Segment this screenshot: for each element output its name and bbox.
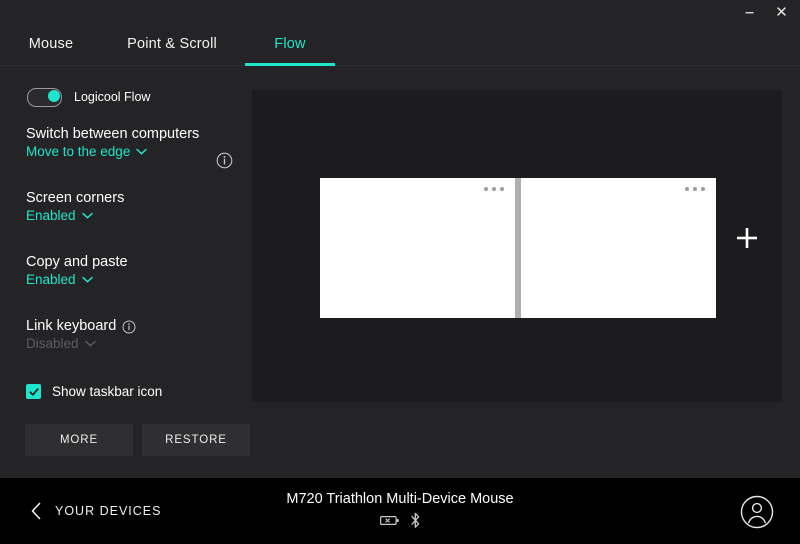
device-status-icons — [379, 512, 421, 529]
chevron-down-icon — [81, 276, 93, 283]
bluetooth-icon — [410, 512, 421, 529]
screen-preview-1[interactable] — [320, 178, 515, 318]
dot — [484, 187, 488, 191]
user-avatar-icon[interactable] — [740, 495, 774, 529]
setting-title: Switch between computers — [26, 126, 236, 142]
setting-switch-between-computers: Switch between computers Move to the edg… — [26, 126, 236, 159]
link-keyboard-info-icon[interactable] — [122, 320, 136, 334]
setting-value-dropdown[interactable]: Disabled — [26, 336, 236, 351]
setting-link-keyboard: Link keyboard Disabled — [26, 318, 236, 351]
setting-value-dropdown[interactable]: Enabled — [26, 208, 236, 223]
setting-screen-corners: Screen corners Enabled — [26, 190, 236, 223]
dot — [693, 187, 697, 191]
chevron-down-icon — [84, 340, 96, 347]
tab-bar: Mouse Point & Scroll Flow — [0, 22, 800, 66]
dot — [701, 187, 705, 191]
screen-1-more-dots-icon[interactable] — [484, 187, 504, 191]
close-button[interactable] — [770, 1, 792, 21]
chevron-down-icon — [81, 212, 93, 219]
tab-flow[interactable]: Flow — [245, 22, 335, 66]
tab-mouse-label: Mouse — [28, 35, 74, 52]
setting-title: Link keyboard — [26, 318, 236, 334]
tab-flow-label: Flow — [274, 35, 306, 52]
setting-title: Screen corners — [26, 190, 236, 206]
setting-title: Copy and paste — [26, 254, 236, 270]
setting-value-text: Enabled — [26, 272, 76, 287]
setting-copy-and-paste: Copy and paste Enabled — [26, 254, 236, 287]
device-name: M720 Triathlon Multi-Device Mouse — [286, 491, 514, 507]
add-computer-button[interactable] — [731, 222, 763, 254]
dot — [685, 187, 689, 191]
screen-2-more-dots-icon[interactable] — [685, 187, 705, 191]
tab-mouse[interactable]: Mouse — [10, 22, 92, 65]
flow-toggle-row: Logicool Flow — [27, 85, 232, 109]
plus-icon — [737, 228, 757, 248]
application-window: Mouse Point & Scroll Flow Logicool Flow — [0, 0, 800, 544]
device-info: M720 Triathlon Multi-Device Mouse — [0, 491, 800, 529]
setting-title-text: Copy and paste — [26, 254, 128, 270]
tab-point-and-scroll-label: Point & Scroll — [127, 35, 217, 52]
screen-preview-2[interactable] — [521, 178, 716, 318]
setting-value-dropdown[interactable]: Move to the edge — [26, 144, 236, 159]
window-controls — [738, 0, 792, 22]
title-bar — [0, 0, 800, 22]
setting-title-text: Link keyboard — [26, 318, 117, 334]
minimize-button[interactable] — [738, 1, 760, 21]
setting-value-text: Enabled — [26, 208, 76, 223]
setting-value-text: Move to the edge — [26, 144, 131, 159]
chevron-down-icon — [136, 148, 148, 155]
setting-title-text: Switch between computers — [26, 126, 200, 142]
dot — [492, 187, 496, 191]
screen-arrangement — [320, 178, 716, 318]
battery-empty-icon — [379, 515, 400, 526]
more-button[interactable]: MORE — [25, 424, 133, 456]
setting-value-dropdown[interactable]: Enabled — [26, 272, 236, 287]
sidebar-button-row: MORE RESTORE — [25, 424, 250, 456]
dot — [500, 187, 504, 191]
active-tab-indicator — [245, 63, 335, 66]
logicool-flow-label: Logicool Flow — [74, 90, 151, 104]
settings-sidebar: Logicool Flow Switch between computers M… — [0, 66, 252, 478]
show-taskbar-icon-checkbox[interactable] — [26, 384, 41, 399]
footer-bar: YOUR DEVICES M720 Triathlon Multi-Device… — [0, 478, 800, 544]
setting-title-text: Screen corners — [26, 190, 125, 206]
show-taskbar-icon-label: Show taskbar icon — [52, 384, 163, 399]
flow-layout-panel — [252, 90, 782, 402]
tab-point-and-scroll[interactable]: Point & Scroll — [108, 22, 236, 65]
show-taskbar-icon-row[interactable]: Show taskbar icon — [26, 384, 162, 399]
logicool-flow-toggle[interactable] — [27, 87, 62, 107]
setting-value-text: Disabled — [26, 336, 79, 351]
restore-button[interactable]: RESTORE — [142, 424, 250, 456]
toggle-knob — [47, 90, 60, 102]
